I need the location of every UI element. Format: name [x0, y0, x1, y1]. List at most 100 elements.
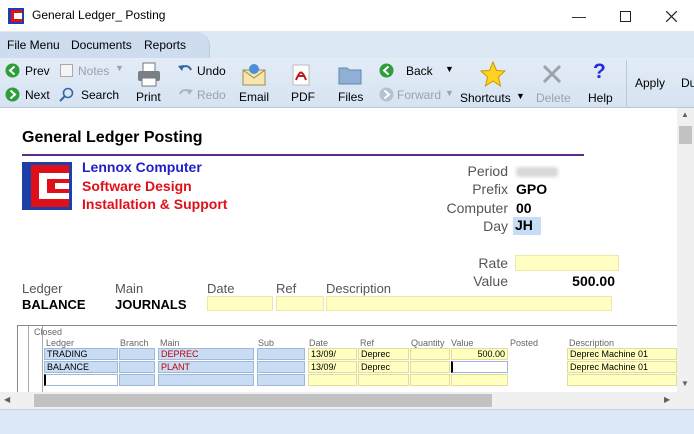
back-dropdown-icon[interactable]: ▼ [445, 64, 454, 74]
row2-sub[interactable] [257, 361, 305, 373]
maximize-button[interactable] [602, 0, 648, 32]
row1-sub[interactable] [257, 348, 305, 360]
apply-button[interactable]: Apply [635, 76, 665, 90]
col-branch: Branch [120, 338, 149, 348]
close-button[interactable] [648, 0, 694, 32]
row3-description[interactable] [567, 374, 677, 386]
row1-value[interactable]: 500.00 [451, 348, 508, 360]
day-field[interactable]: JH [513, 217, 541, 235]
row2-value[interactable] [451, 361, 508, 373]
ref-field[interactable] [276, 296, 324, 311]
menu-file[interactable]: File Menu [7, 38, 60, 52]
date-label: Date [207, 281, 235, 296]
forward-button[interactable]: Forward [397, 88, 441, 102]
title-divider [22, 154, 584, 156]
forward-dropdown-icon[interactable]: ▼ [445, 88, 454, 98]
row3-quantity[interactable] [410, 374, 450, 386]
col-description: Description [569, 338, 615, 348]
redo-button[interactable]: Redo [197, 88, 226, 102]
next-icon [5, 87, 20, 102]
folder-icon [338, 67, 362, 85]
row1-branch[interactable] [119, 348, 155, 360]
prefix-label: Prefix [472, 181, 508, 197]
scroll-left-icon[interactable]: ◀ [4, 395, 10, 404]
scroll-down-icon[interactable]: ▼ [681, 379, 689, 388]
col-ref: Ref [360, 338, 375, 348]
app-logo-icon [8, 8, 24, 24]
shortcuts-dropdown-icon[interactable]: ▼ [516, 91, 525, 101]
menu-reports[interactable]: Reports [144, 38, 186, 52]
row1-ref[interactable]: Deprec [358, 348, 409, 360]
description-field[interactable] [326, 296, 612, 311]
search-button[interactable]: Search [81, 88, 119, 102]
value-label: Value [473, 273, 508, 289]
row3-value[interactable] [451, 374, 508, 386]
row3-branch[interactable] [119, 374, 155, 386]
date-field[interactable] [207, 296, 273, 311]
search-icon [59, 87, 74, 102]
col-posted: Posted [510, 338, 539, 348]
main-value: JOURNALS [115, 297, 187, 312]
horizontal-scrollbar[interactable]: ◀ ▶ [0, 392, 677, 409]
prev-icon [5, 63, 20, 78]
vertical-scroll-thumb[interactable] [679, 126, 692, 144]
main-label: Main [115, 281, 144, 296]
pdf-button[interactable]: PDF [291, 90, 315, 104]
row3-main[interactable] [158, 374, 254, 386]
row1-main[interactable]: DEPREC [158, 348, 254, 360]
document-area: General Ledger Posting Lennox Computer S… [0, 108, 677, 392]
row1-quantity[interactable] [410, 348, 450, 360]
row2-branch[interactable] [119, 361, 155, 373]
description-label: Description [326, 281, 392, 296]
row3-ledger[interactable] [44, 374, 118, 386]
row2-ledger[interactable]: BALANCE [44, 361, 118, 373]
shortcuts-button[interactable]: Shortcuts [460, 91, 511, 105]
row1-date[interactable]: 13/09/ [308, 348, 357, 360]
row1-description[interactable]: Deprec Machine 01 [567, 348, 677, 360]
row2-description[interactable]: Deprec Machine 01 [567, 361, 677, 373]
horizontal-scroll-thumb[interactable] [34, 394, 492, 407]
row2-ref[interactable]: Deprec [358, 361, 409, 373]
du-button[interactable]: Du [681, 76, 694, 90]
company-tagline-2: Installation & Support [82, 196, 228, 212]
scroll-right-icon[interactable]: ▶ [664, 395, 670, 404]
undo-button[interactable]: Undo [197, 64, 226, 78]
notes-button[interactable]: Notes [78, 64, 109, 78]
delete-icon [542, 64, 562, 84]
close-icon [665, 10, 677, 22]
row3-ref[interactable] [358, 374, 409, 386]
title-bar: General Ledger_ Posting — [0, 0, 694, 32]
col-sub: Sub [258, 338, 275, 348]
menu-bar: File Menu Documents Reports [0, 32, 694, 58]
notes-dropdown-icon[interactable]: ▼ [115, 63, 124, 73]
computer-label: Computer [446, 200, 508, 216]
delete-button[interactable]: Delete [536, 91, 571, 105]
row2-quantity[interactable] [410, 361, 450, 373]
row2-date[interactable]: 13/09/ [308, 361, 357, 373]
period-label: Period [467, 163, 508, 179]
vertical-scrollbar[interactable]: ▲ ▼ [677, 108, 694, 392]
company-logo-icon [22, 162, 72, 210]
back-button[interactable]: Back [406, 64, 433, 78]
help-icon: ? [593, 60, 606, 83]
star-icon [480, 61, 506, 87]
rate-field[interactable] [515, 255, 619, 271]
help-button[interactable]: Help [588, 91, 613, 105]
ref-label: Ref [276, 281, 297, 296]
scroll-up-icon[interactable]: ▲ [681, 110, 689, 119]
email-button[interactable]: Email [239, 90, 269, 104]
next-button[interactable]: Next [25, 88, 50, 102]
grid-left-rule [28, 326, 29, 392]
row1-ledger[interactable]: TRADING [44, 348, 118, 360]
redo-icon [179, 89, 193, 95]
printer-icon [138, 62, 160, 87]
row3-sub[interactable] [257, 374, 305, 386]
row2-main[interactable]: PLANT [158, 361, 254, 373]
files-button[interactable]: Files [338, 90, 363, 104]
prev-button[interactable]: Prev [25, 64, 50, 78]
menu-documents[interactable]: Documents [71, 38, 132, 52]
print-button[interactable]: Print [136, 90, 161, 104]
value-field[interactable]: 500.00 [515, 273, 615, 289]
row3-date[interactable] [308, 374, 357, 386]
minimize-button[interactable]: — [556, 0, 602, 32]
